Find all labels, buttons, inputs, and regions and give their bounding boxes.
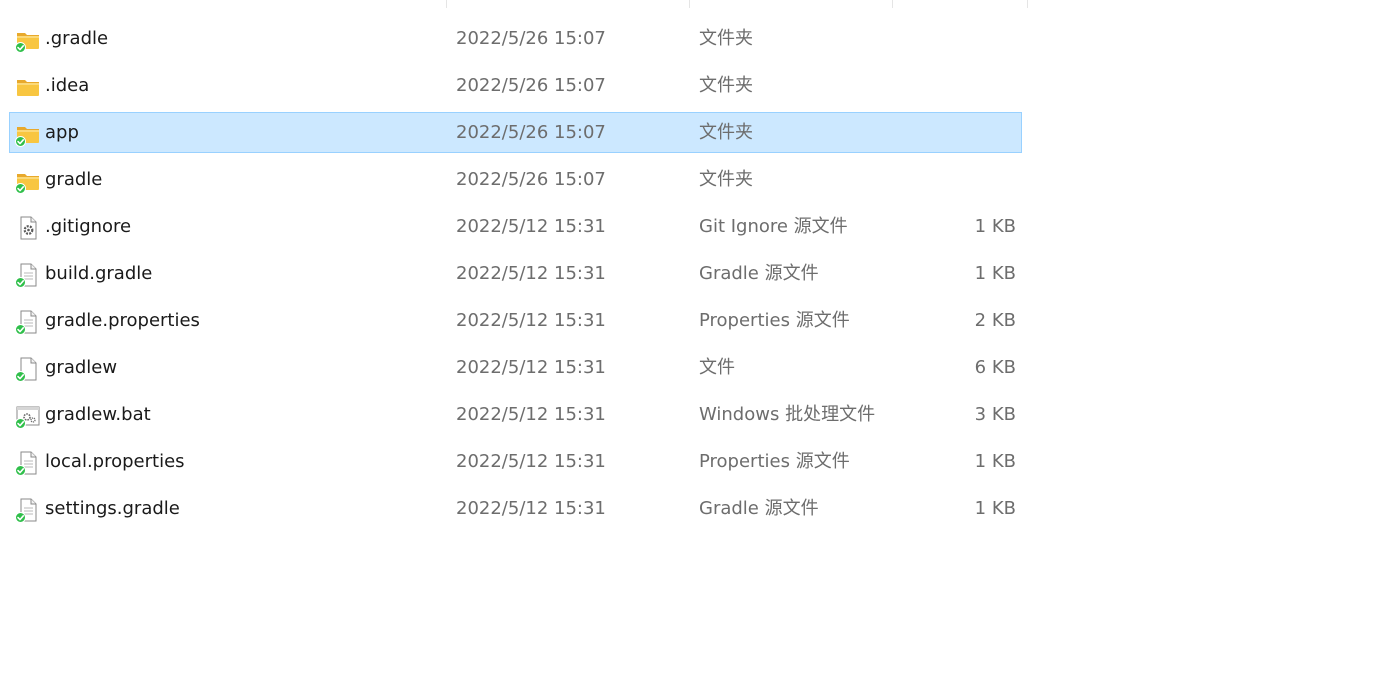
file-row[interactable]: gradle 2022/5/26 15:07 文件夹 <box>9 159 1022 200</box>
file-name: gradle.properties <box>45 310 200 331</box>
file-type: Gradle 源文件 <box>699 263 819 284</box>
file-size: 1 KB <box>974 263 1016 284</box>
file-type: 文件夹 <box>699 169 753 190</box>
file-name: local.properties <box>45 451 185 472</box>
file-row[interactable]: .idea 2022/5/26 15:07 文件夹 <box>9 65 1022 106</box>
file-row[interactable]: gradlew.bat 2022/5/12 15:31 Windows 批处理文件 3… <box>9 394 1022 435</box>
file-date-modified: 2022/5/26 15:07 <box>456 75 606 96</box>
file-name: .gitignore <box>45 216 132 237</box>
file-list: .gradle 2022/5/26 15:07 文件夹 .idea 2022/5/26 … <box>0 0 1385 687</box>
column-divider-type[interactable] <box>892 0 893 8</box>
file-date-modified: 2022/5/12 15:31 <box>456 310 606 331</box>
file-type: 文件 <box>699 357 735 378</box>
file-row[interactable]: build.gradle 2022/5/12 15:31 Gradle 源文件 1 K… <box>9 253 1022 294</box>
batch-file-icon <box>15 403 41 429</box>
file-name: gradle <box>45 169 103 190</box>
column-divider-size[interactable] <box>1027 0 1028 8</box>
file-size: 1 KB <box>974 216 1016 237</box>
text-file-icon <box>15 450 41 476</box>
file-size: 3 KB <box>974 404 1016 425</box>
file-row[interactable]: gradle.properties 2022/5/12 15:31 Properti… <box>9 300 1022 341</box>
folder-icon <box>15 27 41 53</box>
file-name: gradlew.bat <box>45 404 151 425</box>
file-row[interactable]: gradlew 2022/5/12 15:31 文件 6 KB <box>9 347 1022 388</box>
file-row[interactable]: .gradle 2022/5/26 15:07 文件夹 <box>9 18 1022 59</box>
file-row[interactable]: .gitignore 2022/5/12 15:31 Git Ignore 源文件 1… <box>9 206 1022 247</box>
file-date-modified: 2022/5/26 15:07 <box>456 169 606 190</box>
file-type: Properties 源文件 <box>699 451 850 472</box>
file-row[interactable]: local.properties 2022/5/12 15:31 Propertie… <box>9 441 1022 482</box>
blank-file-icon <box>15 356 41 382</box>
file-type: Properties 源文件 <box>699 310 850 331</box>
file-row[interactable]: settings.gradle 2022/5/12 15:31 Gradle 源文件… <box>9 488 1022 529</box>
file-type: 文件夹 <box>699 28 753 49</box>
file-name: settings.gradle <box>45 498 180 519</box>
file-type: Git Ignore 源文件 <box>699 216 848 237</box>
file-type: 文件夹 <box>699 122 753 143</box>
settings-file-icon <box>15 215 41 241</box>
column-divider-name[interactable] <box>446 0 447 8</box>
file-size: 1 KB <box>974 451 1016 472</box>
file-date-modified: 2022/5/12 15:31 <box>456 263 606 284</box>
file-name: gradlew <box>45 357 118 378</box>
file-name: app <box>45 122 79 143</box>
column-divider-date[interactable] <box>689 0 690 8</box>
file-name: .gradle <box>45 28 109 49</box>
file-date-modified: 2022/5/12 15:31 <box>456 216 606 237</box>
file-size: 1 KB <box>974 498 1016 519</box>
file-size: 2 KB <box>974 310 1016 331</box>
folder-icon <box>15 121 41 147</box>
folder-icon <box>15 74 41 100</box>
file-date-modified: 2022/5/26 15:07 <box>456 28 606 49</box>
file-row[interactable]: app 2022/5/26 15:07 文件夹 <box>9 112 1022 153</box>
folder-icon <box>15 168 41 194</box>
file-date-modified: 2022/5/12 15:31 <box>456 404 606 425</box>
text-file-icon <box>15 309 41 335</box>
text-file-icon <box>15 262 41 288</box>
text-file-icon <box>15 497 41 523</box>
file-type: 文件夹 <box>699 75 753 96</box>
file-date-modified: 2022/5/26 15:07 <box>456 122 606 143</box>
file-date-modified: 2022/5/12 15:31 <box>456 357 606 378</box>
file-type: Gradle 源文件 <box>699 498 819 519</box>
file-size: 6 KB <box>974 357 1016 378</box>
file-name: .idea <box>45 75 90 96</box>
file-date-modified: 2022/5/12 15:31 <box>456 451 606 472</box>
file-name: build.gradle <box>45 263 153 284</box>
file-type: Windows 批处理文件 <box>699 404 876 425</box>
file-date-modified: 2022/5/12 15:31 <box>456 498 606 519</box>
